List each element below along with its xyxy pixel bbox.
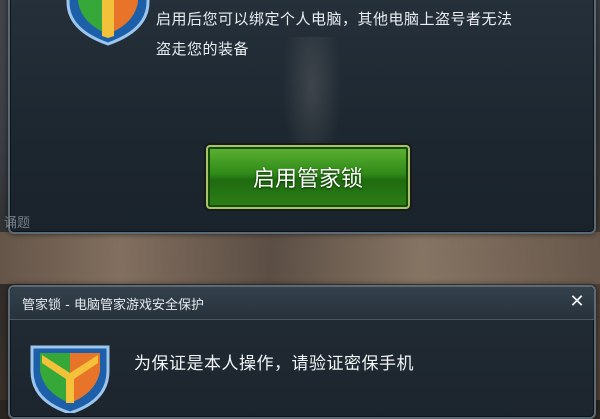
verify-message: 为保证是本人操作，请验证密保手机 [134,354,414,374]
game-scene-strip [0,232,600,284]
description-line-1: 启用后您可以绑定个人电脑，其他电脑上盗号者无法 [156,10,513,28]
shield-icon [30,345,110,413]
background-label: 诵题 [4,216,31,231]
dialog-title: 管家锁 - 电脑管家游戏安全保护 [22,298,204,313]
close-icon[interactable]: ✕ [566,291,588,313]
enable-lock-button[interactable]: 启用管家锁 [206,145,410,209]
shield-icon [66,0,150,46]
dialog-titlebar: 管家锁 - 电脑管家游戏安全保护 ✕ [10,287,594,320]
lock-intro-dialog: 启用后您可以绑定个人电脑，其他电脑上盗号者无法 盗走您的装备 启用管家锁 [8,0,596,234]
verify-phone-dialog: 管家锁 - 电脑管家游戏安全保护 ✕ 为保证是本人操作，请验证密保手机 [8,285,596,419]
description-line-2: 盗走您的装备 [156,40,250,58]
